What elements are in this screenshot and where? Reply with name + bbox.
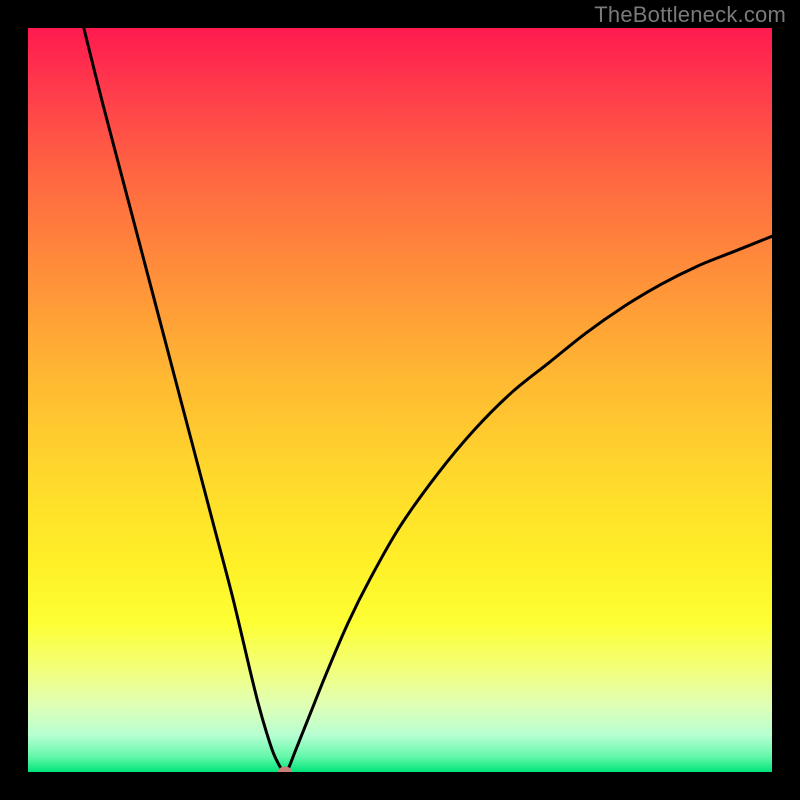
chart-frame: TheBottleneck.com <box>0 0 800 800</box>
watermark-text: TheBottleneck.com <box>594 2 786 28</box>
optimal-point-marker <box>278 767 292 773</box>
bottleneck-curve <box>28 28 772 772</box>
plot-area <box>28 28 772 772</box>
